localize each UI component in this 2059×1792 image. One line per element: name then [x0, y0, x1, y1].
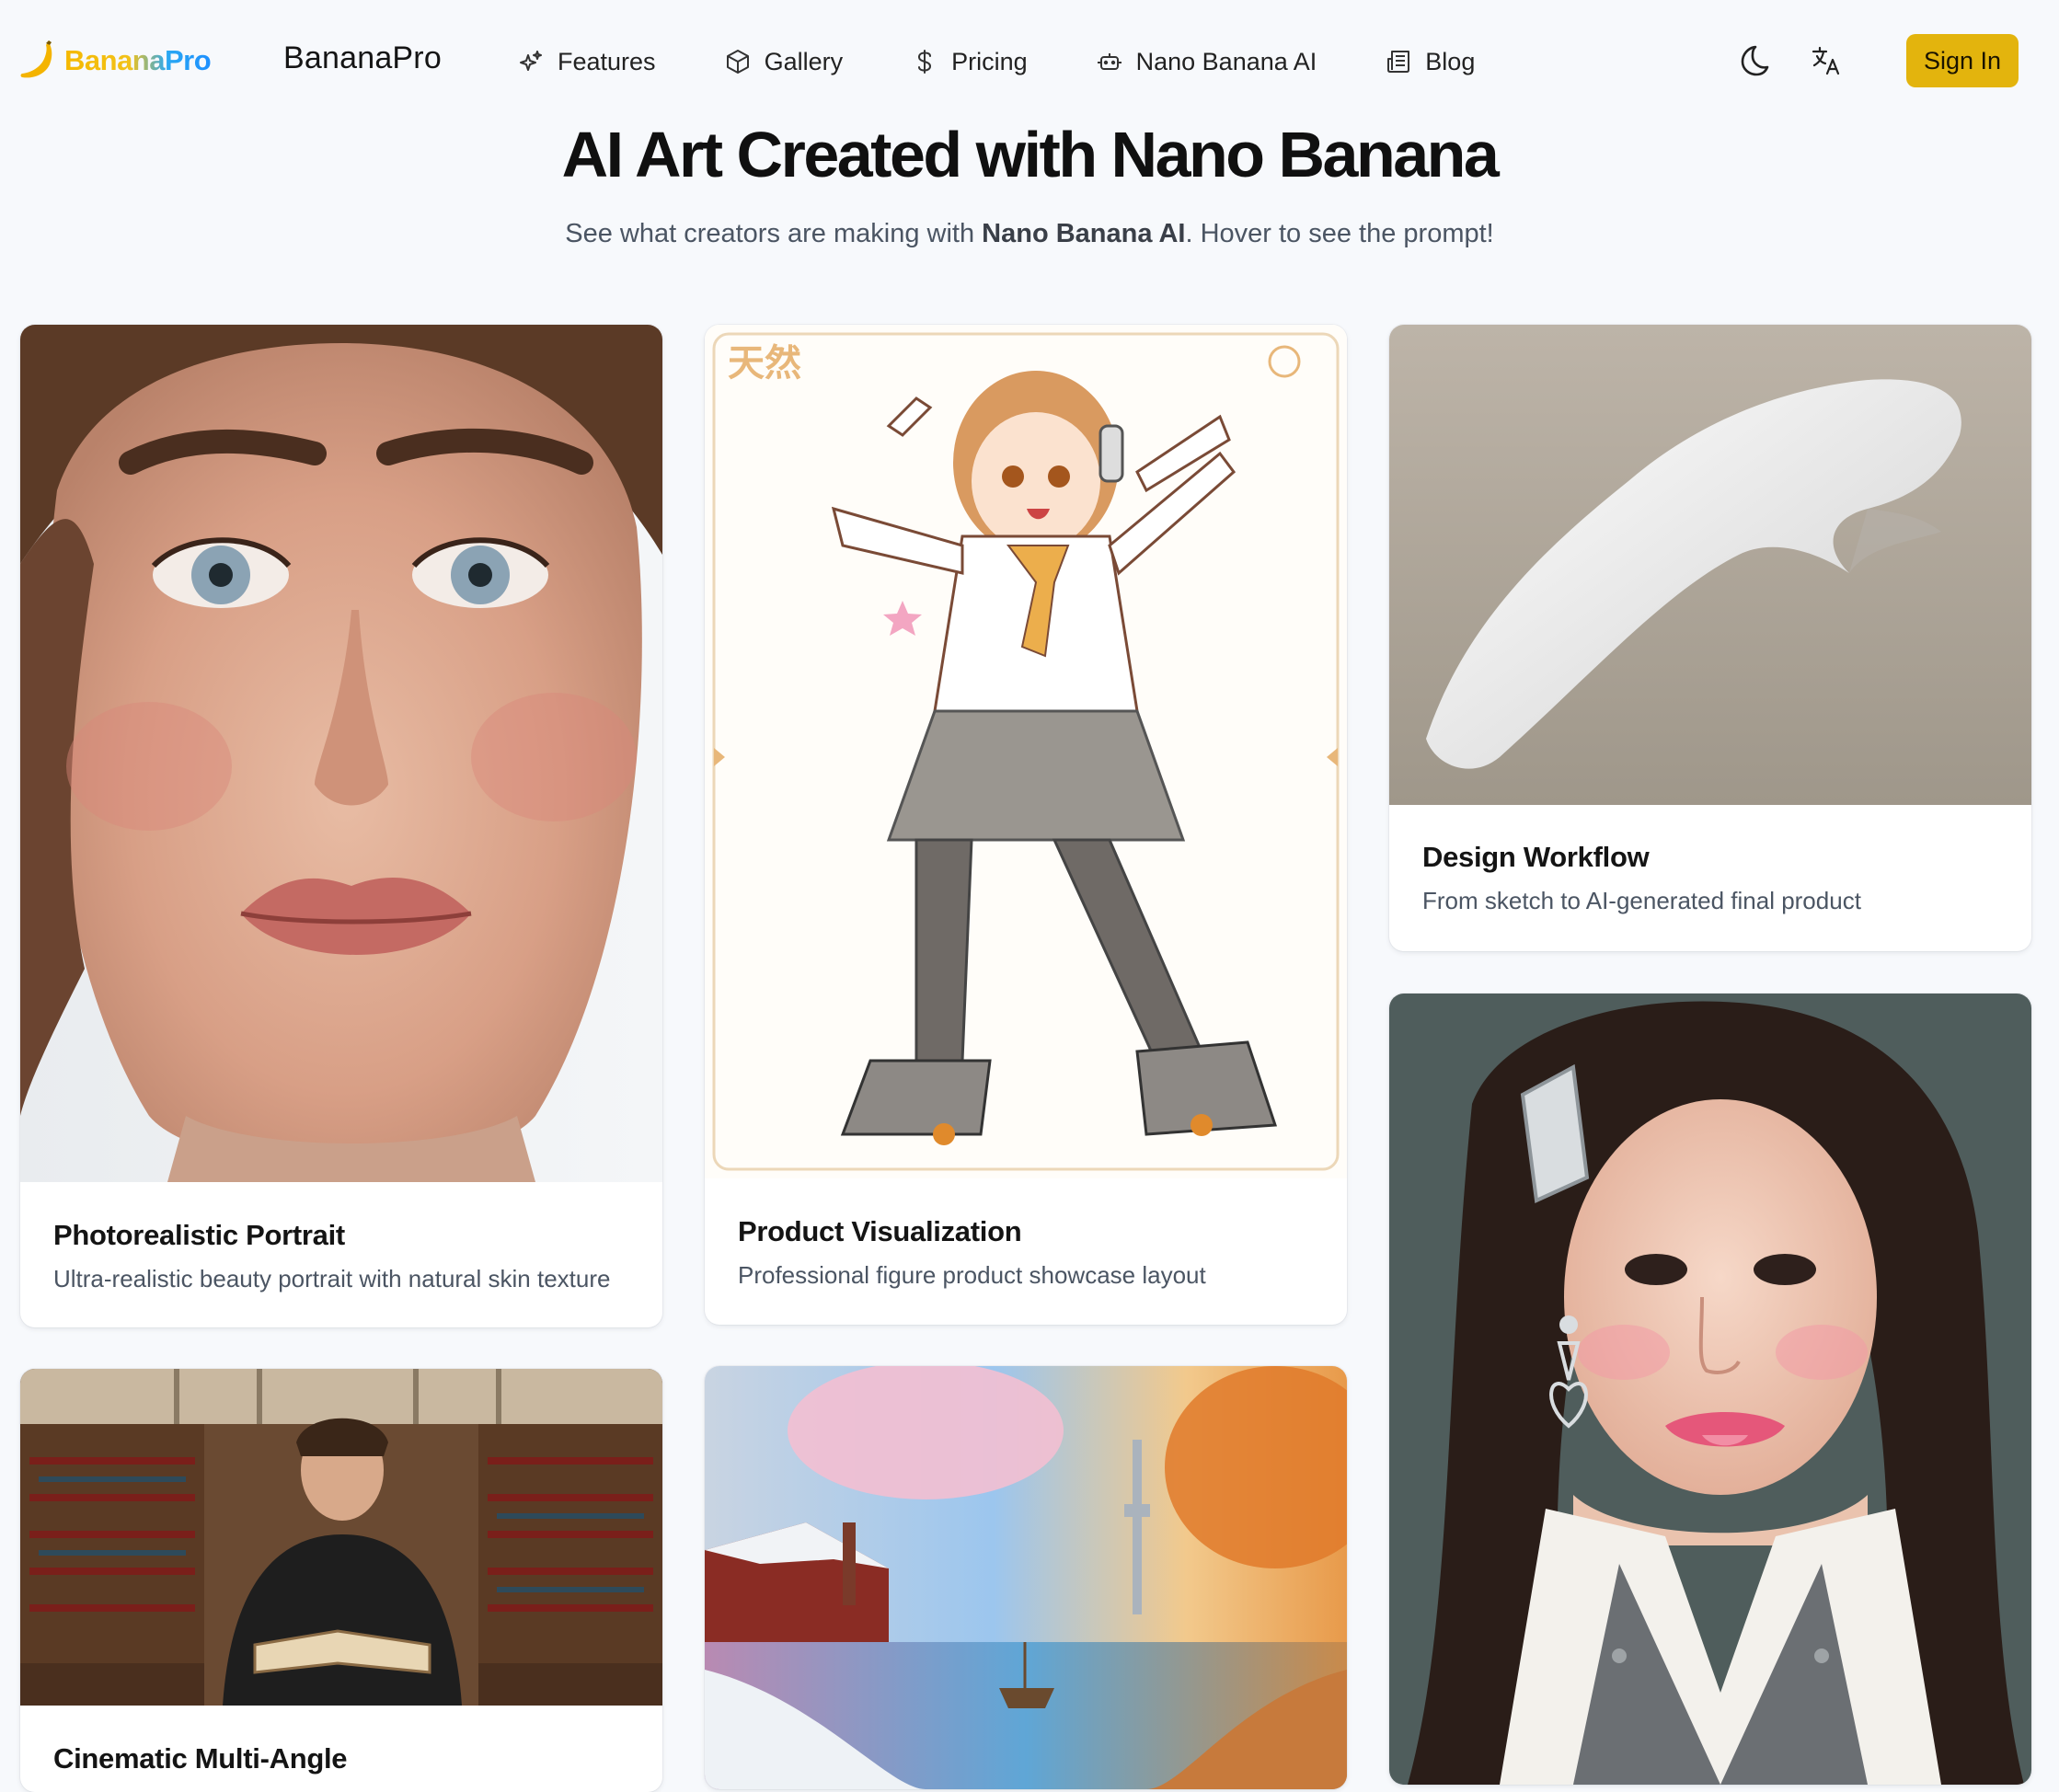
library-reader-image: [20, 1369, 662, 1706]
card-description: Professional figure product showcase lay…: [738, 1261, 1206, 1289]
nav-link-gallery[interactable]: Gallery: [724, 47, 844, 76]
gallery-card-photorealistic-portrait[interactable]: Photorealistic Portrait Ultra-realistic …: [20, 325, 662, 1327]
sparkles-icon: [520, 51, 542, 71]
logo-text: BananaPro: [64, 44, 212, 76]
gallery-card-design-workflow[interactable]: Design Workflow From sketch to AI-genera…: [1389, 325, 2031, 951]
translate-icon[interactable]: [1811, 44, 1844, 77]
moon-icon[interactable]: [1735, 42, 1772, 79]
gallery-card-seasons-landscape[interactable]: [705, 1366, 1347, 1789]
page-title: AI Art Created with Nano Banana: [561, 119, 1500, 190]
idol-portrait-image: [1389, 994, 2031, 1785]
card-content: Photorealistic Portrait Ultra-realistic …: [53, 1219, 640, 1293]
nav-link-features[interactable]: Features: [517, 48, 656, 76]
card-content: Product Visualization Professional figur…: [738, 1215, 1325, 1290]
nav-link-label: Gallery: [764, 47, 844, 75]
cube-icon: [726, 50, 749, 74]
card-content: Cinematic Multi-Angle: [53, 1742, 640, 1788]
nav-links: Features Gallery Pricing Nano Banana AI …: [517, 40, 1475, 83]
card-description: Ultra-realistic beauty portrait with nat…: [53, 1265, 611, 1292]
nav-link-blog[interactable]: Blog: [1385, 48, 1475, 76]
nav-link-nano-banana-ai[interactable]: Nano Banana AI: [1096, 48, 1317, 76]
card-title: Design Workflow: [1422, 841, 1650, 873]
nav-link-label: Nano Banana AI: [1135, 47, 1317, 75]
card-title: Product Visualization: [738, 1215, 1022, 1247]
nav-link-label: Blog: [1425, 47, 1476, 75]
svg-text:天然: 天然: [728, 342, 801, 385]
subtitle-text: See what creators are making with: [565, 219, 983, 248]
nav-link-pricing[interactable]: Pricing: [911, 48, 1028, 76]
gallery-card-cinematic-multi-angle[interactable]: Cinematic Multi-Angle: [20, 1369, 662, 1792]
four-seasons-landscape-image: [705, 1366, 1347, 1789]
page-subtitle: See what creators are making with Nano B…: [0, 219, 2059, 249]
anime-figure-image: 天然: [705, 325, 1347, 1178]
card-title: Cinematic Multi-Angle: [53, 1742, 348, 1775]
banana-logo-icon: [20, 40, 52, 78]
card-content: Design Workflow From sketch to AI-genera…: [1422, 841, 2009, 915]
top-navbar: BananaPro BananaPro Features Gallery Pri…: [0, 0, 2059, 123]
sign-in-button[interactable]: Sign In: [1906, 34, 2019, 87]
design-workflow-image: [1389, 325, 2031, 805]
gallery-card-idol-portrait[interactable]: [1389, 994, 2031, 1785]
gallery-card-product-visualization[interactable]: 天然 Product Visualization Professional fi…: [705, 325, 1347, 1325]
nav-link-label: Features: [558, 47, 656, 75]
dollar-icon: [918, 50, 932, 74]
portrait-image: [20, 325, 662, 1182]
subtitle-highlight: Nano Banana AI: [982, 219, 1186, 248]
logo-link[interactable]: BananaPro: [18, 35, 212, 86]
card-title: Photorealistic Portrait: [53, 1219, 345, 1251]
brand-name[interactable]: BananaPro: [283, 40, 442, 76]
robot-icon: [1097, 53, 1122, 70]
newspaper-icon: [1387, 51, 1410, 73]
nav-link-label: Pricing: [951, 47, 1028, 75]
subtitle-text-end: . Hover to see the prompt!: [1185, 219, 1494, 248]
card-description: From sketch to AI-generated final produc…: [1422, 887, 1861, 914]
